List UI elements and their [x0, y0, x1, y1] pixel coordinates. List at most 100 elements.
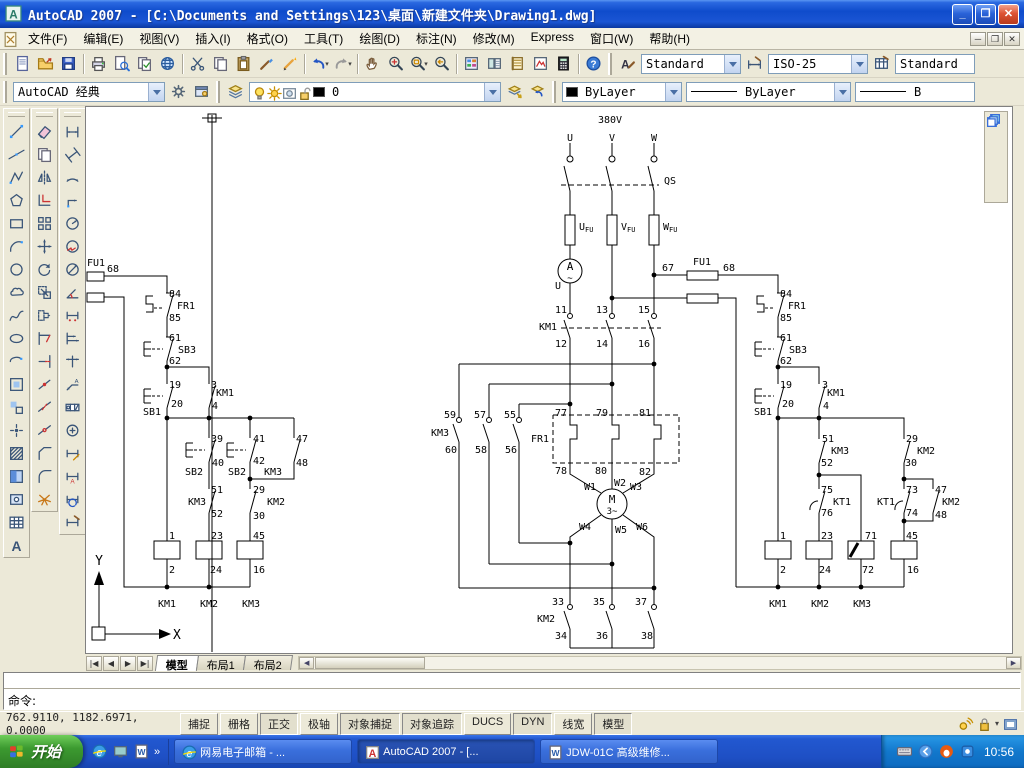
taskbar-task-1[interactable]: AAutoCAD 2007 - [... — [357, 739, 535, 764]
toggle-对象追踪[interactable]: 对象追踪 — [402, 713, 462, 735]
schematic-label[interactable]: FU1 — [693, 257, 711, 268]
dim-text-edit-button[interactable]: A — [61, 465, 84, 488]
spline-button[interactable] — [5, 304, 28, 327]
junction-dot[interactable] — [776, 416, 781, 421]
contact-terminal[interactable] — [568, 314, 573, 319]
scroll-left-icon[interactable]: ◀ — [299, 657, 314, 669]
schematic-label[interactable]: 52 — [821, 458, 833, 469]
etransmit-button[interactable] — [156, 52, 179, 75]
color-combo[interactable]: ByLayer — [562, 82, 682, 102]
toggle-捕捉[interactable]: 捕捉 — [180, 713, 218, 735]
schematic-label[interactable]: KM1 — [216, 388, 234, 399]
schematic-label[interactable]: 40 — [212, 458, 224, 469]
contact[interactable] — [648, 320, 654, 338]
schematic-label[interactable]: KM3 — [431, 428, 449, 439]
menu-item-1[interactable]: 编辑(E) — [75, 28, 131, 49]
schematic-label[interactable]: FR1 — [531, 434, 549, 445]
contact[interactable] — [564, 611, 570, 629]
schematic-label[interactable]: KM2 — [537, 614, 555, 625]
toolbar-grip[interactable] — [36, 112, 53, 117]
schematic-label[interactable]: 85 — [780, 313, 792, 324]
menu-item-2[interactable]: 视图(V) — [131, 28, 187, 49]
machine-label[interactable]: M — [609, 493, 616, 506]
chevron-down-icon[interactable] — [834, 83, 850, 101]
command-input[interactable]: 命令: — [4, 689, 1020, 712]
polygon-button[interactable] — [5, 189, 28, 212]
schematic-label[interactable]: SB2 — [185, 467, 203, 478]
dim-radius-button[interactable] — [61, 212, 84, 235]
schematic-label[interactable]: KM2 — [917, 446, 935, 457]
offset-button[interactable] — [33, 189, 56, 212]
cut-button[interactable] — [186, 52, 209, 75]
copy-object-button[interactable] — [33, 143, 56, 166]
schematic-label[interactable]: 51 — [822, 434, 834, 445]
schematic-box[interactable] — [87, 293, 104, 302]
dim-aligned-button[interactable] — [61, 143, 84, 166]
schematic-label[interactable]: FU1 — [87, 258, 105, 269]
break-at-point-button[interactable] — [33, 373, 56, 396]
timer-arc[interactable] — [810, 501, 818, 510]
layers-toolbar-handle[interactable] — [216, 81, 220, 103]
schematic-label[interactable]: VFU — [621, 222, 635, 234]
terminal[interactable] — [609, 156, 615, 162]
restore-button[interactable]: ❐ — [975, 4, 996, 25]
menu-item-0[interactable]: 文件(F) — [20, 28, 75, 49]
menu-item-4[interactable]: 格式(O) — [239, 28, 296, 49]
dim-ordinate-button[interactable] — [61, 189, 84, 212]
hatch-button[interactable] — [5, 442, 28, 465]
schematic-label[interactable]: 52 — [211, 509, 223, 520]
schematic-label[interactable]: SB1 — [754, 407, 772, 418]
schematic-label[interactable]: W2 — [614, 478, 626, 489]
schematic-box[interactable] — [565, 215, 575, 245]
toggle-正交[interactable]: 正交 — [260, 713, 298, 735]
menu-item-10[interactable]: 窗口(W) — [582, 28, 641, 49]
menu-item-9[interactable]: Express — [523, 28, 582, 49]
schematic-label[interactable]: 2 — [169, 565, 175, 576]
start-button[interactable]: 开始 — [0, 735, 83, 768]
child-restore-button[interactable]: ❐ — [987, 32, 1003, 46]
schematic-label[interactable]: X — [173, 628, 181, 643]
schematic-label[interactable]: 60 — [445, 445, 457, 456]
make-object-layer-current-button[interactable] — [503, 80, 526, 103]
schematic-label[interactable]: KM2 — [942, 497, 960, 508]
schematic-label[interactable]: KM3 — [188, 497, 206, 508]
schematic-label[interactable]: 74 — [906, 508, 918, 519]
schematic-label[interactable]: 11 — [555, 305, 567, 316]
schematic-label[interactable]: 58 — [475, 445, 487, 456]
contact[interactable] — [606, 611, 612, 629]
pan-button[interactable] — [361, 52, 384, 75]
schematic-label[interactable]: 77 — [555, 408, 567, 419]
schematic-label[interactable]: KM1 — [539, 322, 557, 333]
schematic-label[interactable]: 48 — [296, 458, 308, 469]
dim-continue-button[interactable] — [61, 350, 84, 373]
schematic-label[interactable]: 16 — [638, 339, 650, 350]
dim-edit-button[interactable] — [61, 442, 84, 465]
chevron-down-icon[interactable] — [148, 83, 164, 101]
draworder-send-under-button[interactable] — [986, 179, 1006, 201]
center-mark-button[interactable] — [61, 419, 84, 442]
schematic-label[interactable]: 81 — [639, 408, 651, 419]
help-button[interactable]: ? — [582, 52, 605, 75]
schematic-label[interactable]: 45 — [253, 531, 265, 542]
block-editor-button[interactable] — [278, 52, 301, 75]
schematic-wire[interactable] — [718, 275, 778, 293]
schematic-box[interactable] — [687, 294, 718, 303]
schematic-label[interactable]: 35 — [593, 597, 605, 608]
schematic-label[interactable]: 30 — [253, 511, 265, 522]
word-icon[interactable]: W — [133, 743, 150, 760]
schematic-label[interactable]: 68 — [107, 264, 119, 275]
break-button[interactable] — [33, 396, 56, 419]
scrollbar-thumb[interactable] — [315, 657, 425, 669]
contact-terminal[interactable] — [487, 418, 492, 423]
schematic-label[interactable]: 2 — [780, 565, 786, 576]
text-style-combo[interactable]: Standard — [641, 54, 741, 74]
toolbar-grip[interactable] — [8, 112, 25, 117]
trim-button[interactable] — [33, 327, 56, 350]
coil-hatch[interactable] — [850, 543, 858, 557]
layer-previous-button[interactable] — [526, 80, 549, 103]
junction-dot[interactable] — [652, 273, 657, 278]
junction-dot[interactable] — [859, 585, 864, 590]
schematic-label[interactable]: 75 — [821, 485, 833, 496]
schematic-label[interactable]: 47 — [296, 434, 308, 445]
schematic-label[interactable]: 61 — [780, 333, 792, 344]
